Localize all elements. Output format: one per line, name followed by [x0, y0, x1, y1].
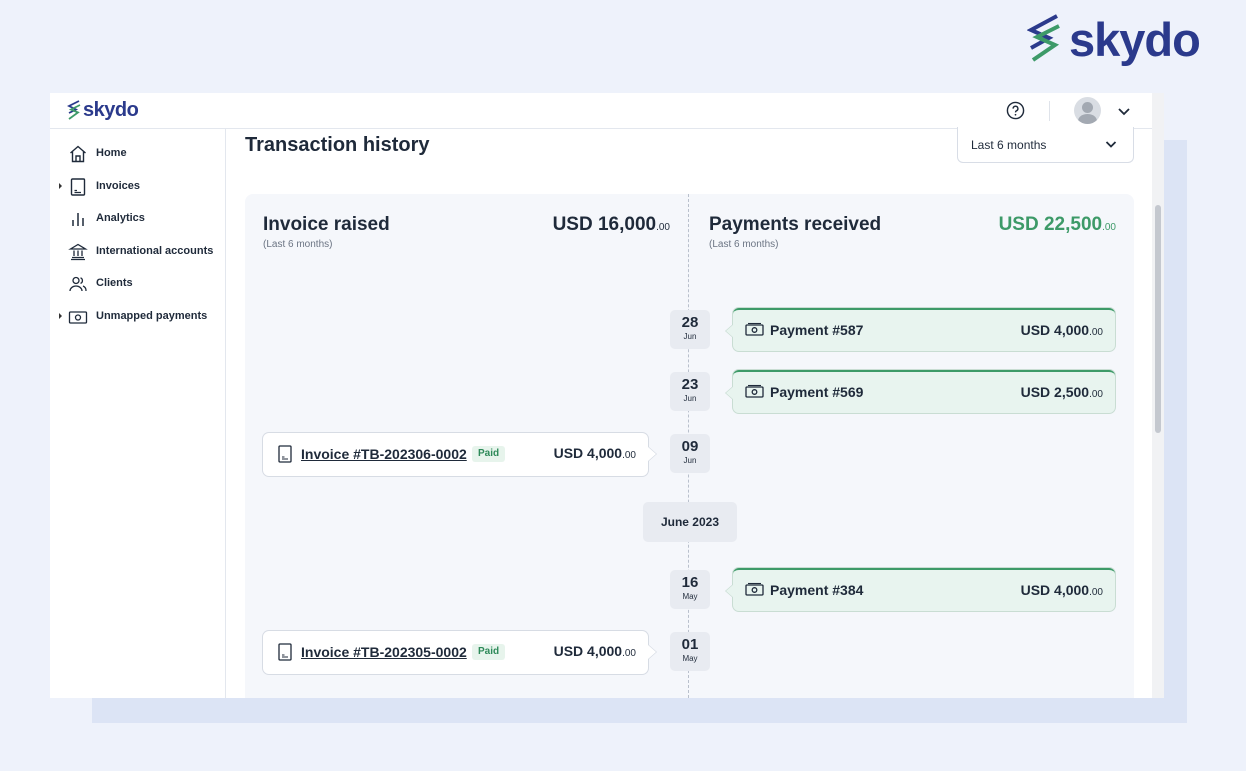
- payment-amount-decimal: .00: [1089, 389, 1103, 400]
- analytics-icon: [72, 213, 84, 226]
- cash-icon: [68, 311, 88, 324]
- invoice-amount: USD 4,000.00: [554, 445, 636, 461]
- skydo-mark-icon: [67, 100, 81, 120]
- invoice-total-amount: USD 16,000: [552, 214, 657, 235]
- clients-icon: [69, 276, 87, 292]
- invoice-link[interactable]: Invoice #TB-202306-0002: [301, 446, 467, 462]
- invoice-icon: [278, 643, 292, 661]
- invoice-amount-value: USD 4,000: [553, 445, 623, 461]
- avatar-body: [1078, 114, 1097, 124]
- invoice-amount-decimal: .00: [622, 450, 636, 461]
- payment-card[interactable]: Payment #384 USD 4,000.00: [725, 568, 1115, 611]
- month-separator: June 2023: [643, 502, 737, 542]
- expand-caret-icon[interactable]: [59, 313, 62, 319]
- payments-total: USD 22,500.00: [999, 214, 1116, 236]
- user-avatar[interactable]: [1074, 97, 1101, 124]
- home-icon: [70, 145, 86, 163]
- cash-icon: [745, 384, 764, 398]
- date-badge: 16 May: [670, 570, 710, 609]
- date-month: May: [682, 592, 698, 601]
- sidebar-item-analytics[interactable]: Analytics: [50, 206, 226, 232]
- brand-name: skydo: [1069, 12, 1201, 66]
- cash-icon: [745, 582, 764, 596]
- app-logo-text: skydo: [83, 99, 139, 121]
- sidebar-item-label: Unmapped payments: [96, 310, 208, 322]
- invoice-amount-decimal: .00: [622, 648, 636, 659]
- date-badge: 28 Jun: [670, 310, 710, 349]
- payment-amount: USD 4,000.00: [1021, 582, 1103, 598]
- cash-icon: [745, 322, 764, 336]
- payment-amount-value: USD 4,000: [1020, 582, 1090, 598]
- invoice-amount-value: USD 4,000: [553, 643, 623, 659]
- payments-total-decimal: .00: [1102, 222, 1116, 233]
- avatar-head: [1082, 102, 1093, 113]
- sidebar-item-clients[interactable]: Clients: [50, 271, 226, 297]
- date-day: 28: [681, 314, 699, 331]
- payment-label: Payment #587: [770, 322, 864, 338]
- invoice-amount: USD 4,000.00: [554, 643, 636, 659]
- date-badge: 09 Jun: [670, 434, 710, 473]
- invoice-link[interactable]: Invoice #TB-202305-0002: [301, 644, 467, 660]
- sidebar: Home Invoices Analytics International ac…: [50, 129, 226, 698]
- date-badge: 23 Jun: [670, 372, 710, 411]
- topbar-divider: [1049, 101, 1050, 121]
- payments-column-title: Payments received: [709, 214, 882, 235]
- period-select[interactable]: Last 6 months: [957, 127, 1134, 163]
- app-logo[interactable]: skydo: [67, 99, 139, 121]
- payment-card[interactable]: Payment #569 USD 2,500.00: [725, 370, 1115, 413]
- payment-label: Payment #384: [770, 582, 864, 598]
- payment-amount-decimal: .00: [1089, 327, 1103, 338]
- date-month: Jun: [683, 394, 697, 403]
- invoice-column-subtitle: (Last 6 months): [263, 239, 333, 250]
- date-day: 01: [681, 636, 699, 653]
- period-select-value: Last 6 months: [971, 138, 1047, 152]
- date-day: 23: [681, 376, 699, 393]
- sidebar-item-invoices[interactable]: Invoices: [50, 174, 226, 200]
- app-window: skydo Home Invoices Analytics Internatio…: [50, 93, 1164, 698]
- status-badge: Paid: [472, 644, 506, 660]
- sidebar-item-label: Invoices: [96, 180, 141, 192]
- payments-total-amount: USD 22,500: [998, 214, 1103, 235]
- brand-logo: skydo: [1027, 12, 1201, 66]
- date-month: Jun: [683, 456, 697, 465]
- chevron-down-icon: [1105, 141, 1117, 148]
- date-day: 16: [681, 574, 699, 591]
- payment-amount-value: USD 2,500: [1020, 384, 1090, 400]
- sidebar-item-label: Clients: [96, 277, 133, 289]
- invoice-icon: [278, 445, 292, 463]
- sidebar-item-label: Home: [96, 147, 127, 159]
- invoice-card[interactable]: Invoice #TB-202306-0002 Paid USD 4,000.0…: [263, 433, 657, 476]
- payment-amount: USD 2,500.00: [1021, 384, 1103, 400]
- invoice-card[interactable]: Invoice #TB-202305-0002 Paid USD 4,000.0…: [263, 631, 657, 674]
- sidebar-item-label: International accounts: [96, 245, 214, 257]
- chevron-down-icon[interactable]: [1117, 104, 1131, 118]
- sidebar-item-label: Analytics: [96, 212, 145, 224]
- payment-label: Payment #569: [770, 384, 864, 400]
- help-circle-icon[interactable]: [1006, 101, 1025, 120]
- payment-amount: USD 4,000.00: [1021, 322, 1103, 338]
- date-month: May: [682, 654, 698, 663]
- top-bar: skydo: [50, 93, 1152, 129]
- page-title: Transaction history: [245, 134, 430, 156]
- payment-amount-decimal: .00: [1089, 587, 1103, 598]
- payment-amount-value: USD 4,000: [1020, 322, 1090, 338]
- invoice-icon: [70, 178, 86, 196]
- transaction-panel: Invoice raised (Last 6 months) USD 16,00…: [245, 194, 1134, 698]
- invoice-column-title: Invoice raised: [263, 214, 390, 235]
- expand-caret-icon[interactable]: [59, 183, 62, 189]
- date-month: Jun: [683, 332, 697, 341]
- date-badge: 01 May: [670, 632, 710, 671]
- sidebar-item-unmapped-payments[interactable]: Unmapped payments: [50, 304, 226, 330]
- scrollbar-thumb[interactable]: [1155, 205, 1161, 433]
- sidebar-item-home[interactable]: Home: [50, 141, 226, 167]
- payments-column-subtitle: (Last 6 months): [709, 239, 779, 250]
- sidebar-item-international-accounts[interactable]: International accounts: [50, 239, 226, 265]
- invoice-total: USD 16,000.00: [553, 214, 670, 236]
- date-day: 09: [681, 438, 699, 455]
- bank-icon: [68, 243, 88, 261]
- payment-card[interactable]: Payment #587 USD 4,000.00: [725, 308, 1115, 351]
- status-badge: Paid: [472, 446, 506, 462]
- skydo-mark-icon: [1027, 14, 1060, 62]
- invoice-total-decimal: .00: [656, 222, 670, 233]
